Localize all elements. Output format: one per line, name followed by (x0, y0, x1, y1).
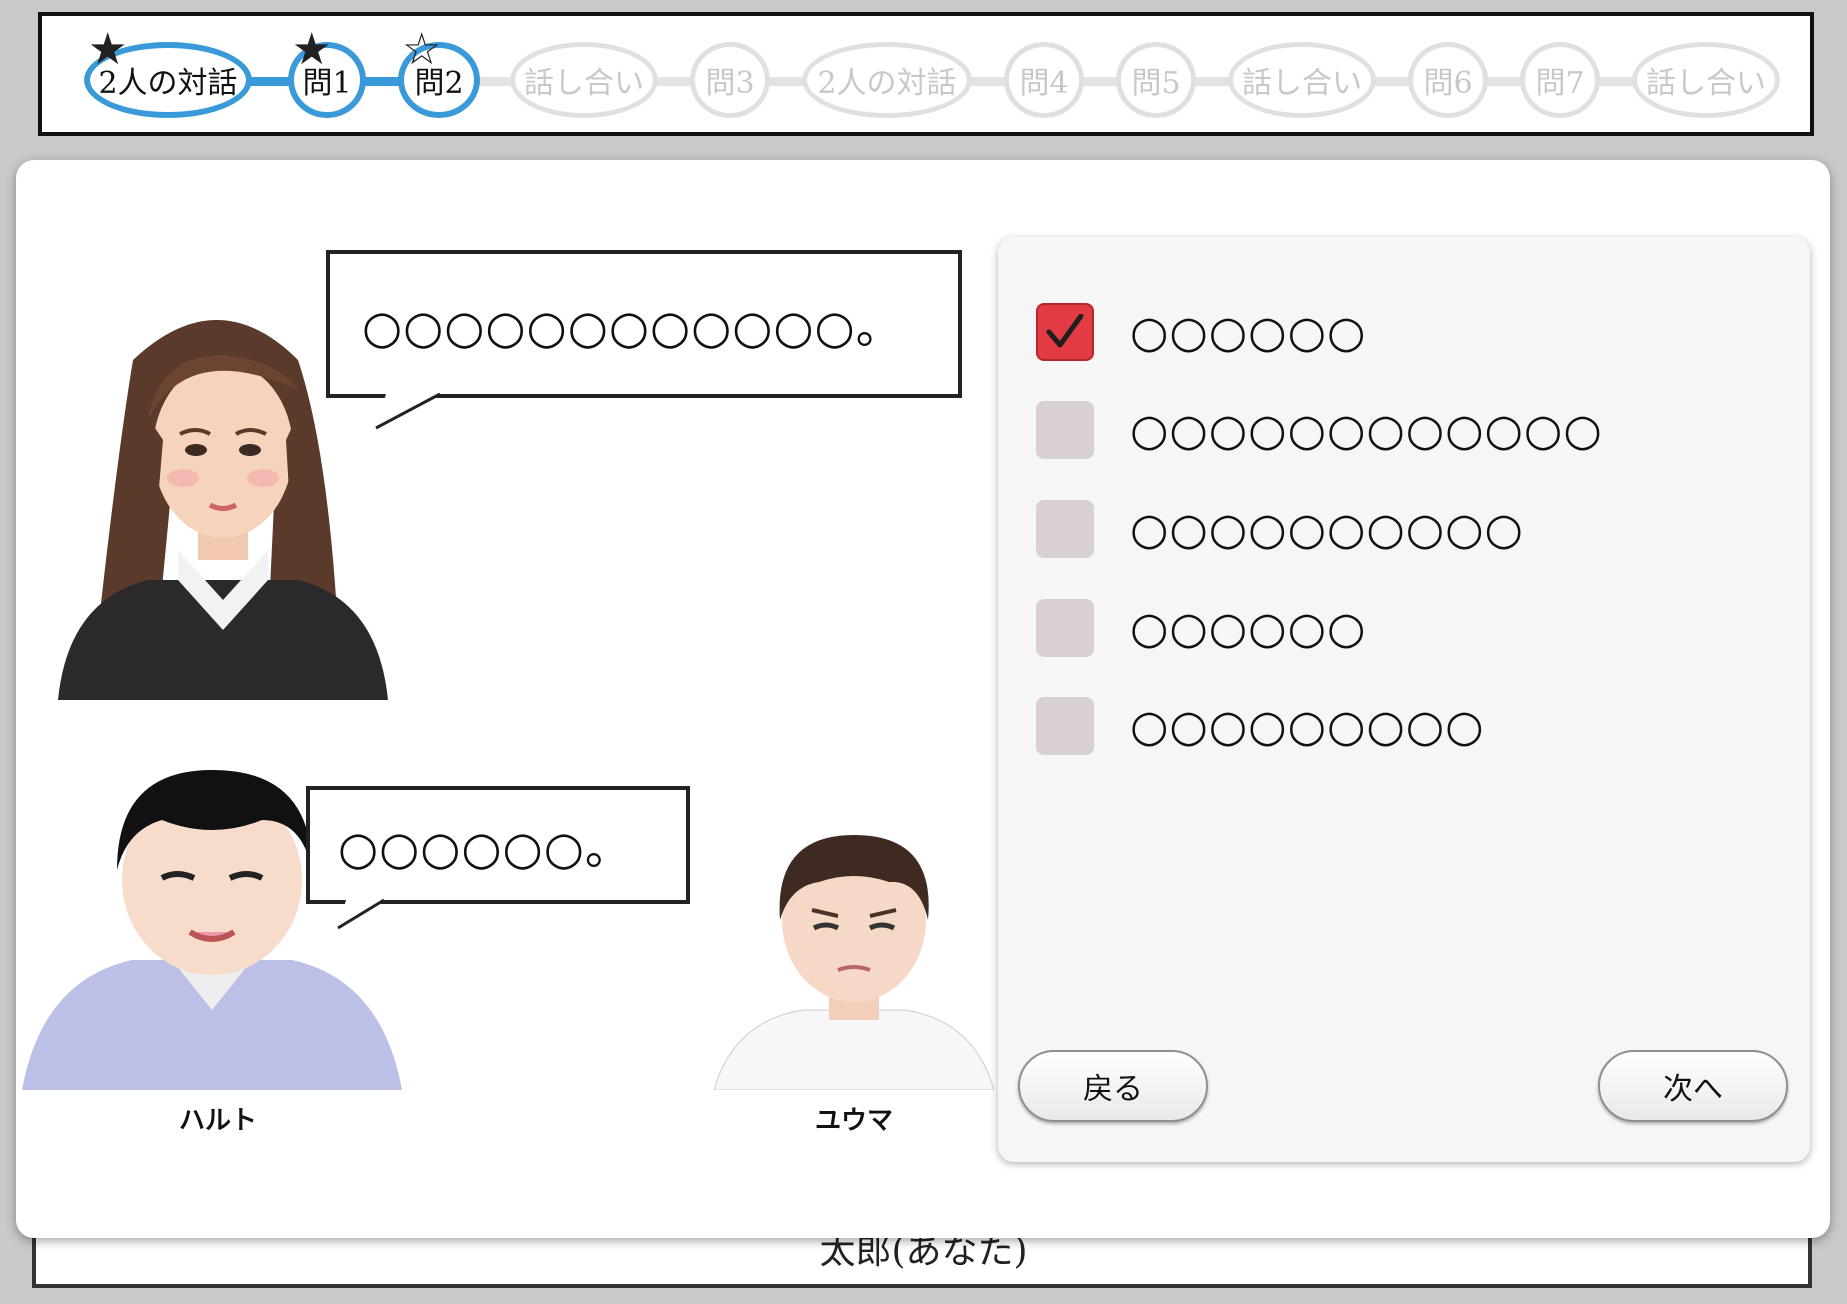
progress-bar: ★ 2人の対話 ★ 問1 ☆ 問2 話し合い 問3 2人の対話 問4 問5 話し… (38, 12, 1814, 136)
teacher-bubble-tail (375, 392, 441, 430)
haruto-speech-text: ○○○○○○。 (338, 821, 632, 875)
haruto-bubble-tail (337, 898, 385, 930)
answer-text: ○○○○○○ (1130, 306, 1367, 358)
haruto-name: ハルト (178, 1106, 257, 1136)
answer-text: ○○○○○○○○○○ (1130, 503, 1524, 555)
next-button[interactable]: 次へ (1598, 1050, 1788, 1122)
step-q5[interactable]: 問5 (1116, 42, 1196, 118)
step-label: 話し合い (1646, 66, 1766, 101)
answer-checkbox[interactable] (1036, 697, 1094, 755)
yuma-avatar (714, 835, 994, 1090)
answer-checkbox[interactable] (1036, 599, 1094, 657)
answer-option-5[interactable]: ○○○○○○○○○ (1036, 697, 1485, 755)
answer-text: ○○○○○○○○○ (1130, 700, 1485, 752)
step-dialogue-1[interactable]: ★ 2人の対話 (84, 28, 252, 118)
answer-panel: ○○○○○○ ○○○○○○○○○○○○ ○○○○○○○○○○ ○○○○○○ ○○… (998, 237, 1810, 1162)
outline-star-icon: ☆ (402, 24, 442, 75)
step-label: 問4 (1019, 66, 1069, 101)
step-label: 話し合い (524, 66, 644, 101)
answer-checkbox[interactable] (1036, 401, 1094, 459)
step-dialogue-2[interactable]: 2人の対話 (802, 42, 972, 118)
step-label: 問6 (1423, 66, 1473, 101)
step-label: 問3 (705, 66, 755, 101)
back-button[interactable]: 戻る (1018, 1050, 1208, 1122)
teacher-speech-text: ○○○○○○○○○○○○。 (362, 300, 903, 354)
checkmark-icon (1046, 314, 1084, 348)
step-q2[interactable]: ☆ 問2 (398, 28, 480, 118)
answer-checkbox[interactable] (1036, 303, 1094, 361)
yuma-name: ユウマ (814, 1106, 893, 1136)
step-q4[interactable]: 問4 (1004, 42, 1084, 118)
answer-text: ○○○○○○ (1130, 602, 1367, 654)
step-q7[interactable]: 問7 (1520, 42, 1600, 118)
step-discussion-1[interactable]: 話し合い (510, 42, 658, 118)
step-discussion-2[interactable]: 話し合い (1228, 42, 1376, 118)
teacher-speech-bubble: ○○○○○○○○○○○○。 (326, 250, 962, 398)
answer-text: ○○○○○○○○○○○○ (1130, 404, 1603, 456)
step-q1[interactable]: ★ 問1 (288, 28, 366, 118)
step-discussion-3[interactable]: 話し合い (1632, 42, 1780, 118)
step-label: 問5 (1131, 66, 1181, 101)
filled-star-icon: ★ (88, 24, 128, 75)
answer-option-2[interactable]: ○○○○○○○○○○○○ (1036, 401, 1603, 459)
haruto-speech-bubble: ○○○○○○。 (306, 786, 690, 904)
answer-checkbox[interactable] (1036, 500, 1094, 558)
step-label: 問7 (1535, 66, 1585, 101)
answer-option-4[interactable]: ○○○○○○ (1036, 599, 1366, 657)
step-q6[interactable]: 問6 (1408, 42, 1488, 118)
step-q3[interactable]: 問3 (690, 42, 770, 118)
step-label: 2人の対話 (817, 66, 957, 101)
answer-option-3[interactable]: ○○○○○○○○○○ (1036, 500, 1524, 558)
step-label: 話し合い (1242, 66, 1362, 101)
answer-option-1[interactable]: ○○○○○○ (1036, 303, 1366, 361)
filled-star-icon: ★ (292, 24, 332, 75)
